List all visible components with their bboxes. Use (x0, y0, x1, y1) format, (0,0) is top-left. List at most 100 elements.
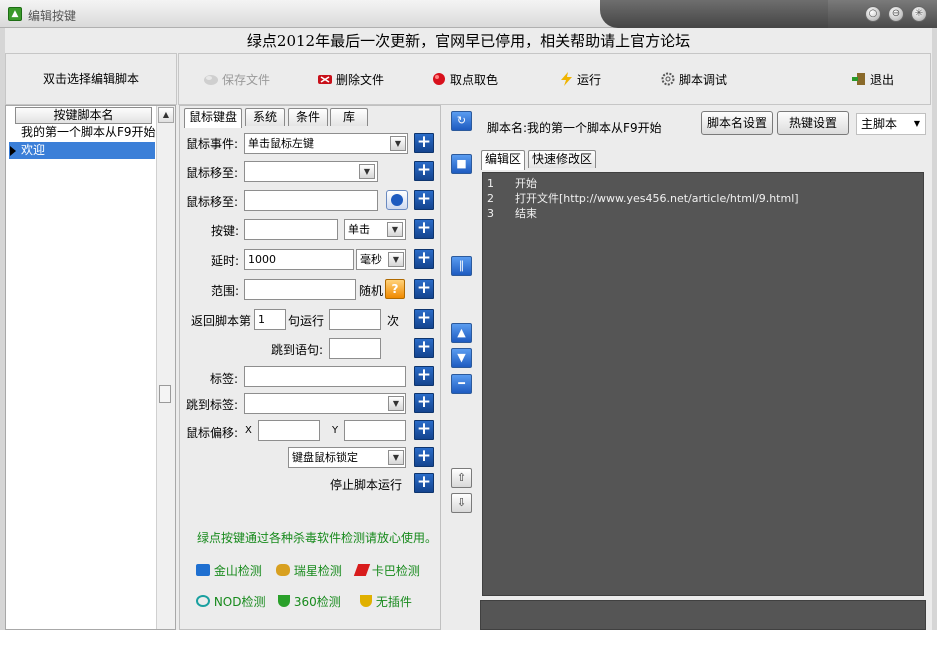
add-jump-stmt-button[interactable]: + (414, 338, 434, 358)
export-down-icon[interactable]: ⇩ (451, 493, 472, 513)
add-key-button[interactable]: + (414, 219, 434, 239)
refresh-icon[interactable]: ↻ (451, 111, 472, 131)
scroll-up-icon[interactable]: ▲ (158, 107, 174, 123)
chevron-down-icon[interactable]: ▼ (390, 136, 406, 151)
mouse-move-select[interactable] (244, 161, 378, 182)
chevron-down-icon[interactable]: ▼ (388, 252, 404, 267)
tab-library[interactable]: 库 (330, 108, 368, 126)
exit-button[interactable]: 退出 (851, 71, 894, 89)
update-notice: 绿点2012年最后一次更新，官网早已停用，相关帮助请上官方论坛 (5, 30, 932, 52)
no-plugin-shield-icon (360, 595, 372, 607)
add-mouse-event-button[interactable]: + (414, 133, 434, 153)
check-360[interactable]: 360检测 (278, 593, 341, 610)
jump-tag-select[interactable] (244, 393, 406, 414)
hotkey-settings-button[interactable]: 热键设置 (777, 111, 849, 135)
select-script-panel[interactable]: 双击选择编辑脚本 (5, 53, 177, 105)
check-kingsoft[interactable]: 金山检测 (196, 562, 262, 579)
return-suffix-label: 句运行 (288, 314, 325, 328)
script-type-select[interactable]: 主脚本 ▼ (856, 113, 926, 135)
output-pane[interactable] (480, 600, 926, 630)
add-range-button[interactable]: + (414, 279, 434, 299)
delete-icon (318, 75, 332, 84)
add-mouse-move-button[interactable]: + (414, 161, 434, 181)
script-debug-button[interactable]: 脚本调试 (660, 71, 727, 89)
offset-x-input[interactable] (258, 420, 320, 441)
script-list (5, 105, 176, 630)
add-tag-button[interactable]: + (414, 366, 434, 386)
range-label: 范围: (211, 284, 240, 298)
chevron-down-icon[interactable]: ▼ (388, 450, 404, 465)
lightning-icon (561, 72, 572, 86)
jump-stmt-input[interactable] (329, 338, 381, 359)
edit-pencil-icon[interactable]: ∥ (451, 256, 472, 276)
range-input[interactable] (244, 279, 356, 300)
tab-edit-area[interactable]: 编辑区 (481, 150, 525, 170)
delay-input[interactable]: 1000 (244, 249, 354, 270)
list-scrollbar[interactable]: ▲ (156, 106, 175, 629)
script-list-header[interactable]: 按键脚本名 (15, 107, 152, 124)
check-rising[interactable]: 瑞星检测 (276, 562, 342, 579)
color-picker-icon (433, 73, 445, 85)
random-help-icon[interactable]: ? (385, 279, 405, 299)
kingsoft-icon (196, 564, 210, 576)
code-line[interactable]: 3 结束 (487, 205, 537, 221)
title-bar: ▲ 编辑按键 ○ ⊖ ✳ (0, 0, 937, 28)
add-delay-button[interactable]: + (414, 249, 434, 269)
close-button[interactable]: ✳ (911, 6, 927, 22)
add-lock-button[interactable]: + (414, 447, 434, 467)
restore-button[interactable]: ⊖ (888, 6, 904, 22)
tab-mouse-keyboard[interactable]: 鼠标键盘 (184, 108, 242, 128)
rising-icon (276, 564, 290, 576)
x-label: X (245, 425, 252, 436)
pick-color-button[interactable]: 取点取色 (431, 71, 498, 89)
delay-label: 延时: (211, 254, 240, 268)
delete-line-icon[interactable]: ━ (451, 374, 472, 394)
move-up-icon[interactable]: ▲ (451, 323, 472, 343)
list-item-selected[interactable]: 欢迎 (9, 142, 155, 159)
edit-command-bar: ↻ ■ ∥ ▲ ▼ ━ ⇧ ⇩ (443, 105, 478, 630)
tab-system[interactable]: 系统 (245, 108, 285, 126)
mouse-event-label: 鼠标事件: (186, 137, 239, 151)
chevron-down-icon[interactable]: ▼ (388, 396, 404, 411)
add-offset-button[interactable]: + (414, 420, 434, 440)
list-item[interactable]: 我的第一个脚本从F9开始 (9, 124, 156, 141)
check-no-plugin[interactable]: 无插件 (360, 593, 412, 610)
return-times-input[interactable] (329, 309, 381, 330)
save-file-button[interactable]: 保存文件 (203, 71, 270, 89)
chevron-down-icon[interactable]: ▼ (387, 222, 403, 237)
stop-icon[interactable]: ■ (451, 154, 472, 174)
check-kaspersky[interactable]: 卡巴检测 (353, 562, 420, 579)
add-stop-button[interactable]: + (414, 473, 434, 493)
check-nod[interactable]: NOD检测 (196, 593, 266, 610)
nod-icon (196, 595, 210, 607)
key-input[interactable] (244, 219, 338, 240)
add-jump-tag-button[interactable]: + (414, 393, 434, 413)
jump-tag-label: 跳到标签: (186, 398, 239, 412)
script-name-settings-button[interactable]: 脚本名设置 (701, 111, 773, 135)
offset-y-input[interactable] (344, 420, 406, 441)
chevron-down-icon[interactable]: ▼ (359, 164, 375, 179)
mouse-coords-input[interactable] (244, 190, 378, 211)
move-down-icon[interactable]: ▼ (451, 348, 472, 368)
tab-quick-edit[interactable]: 快速修改区 (528, 150, 596, 168)
run-button[interactable]: 运行 (558, 71, 601, 89)
crosshair-pick-icon[interactable] (386, 190, 408, 210)
code-editor[interactable]: 1 开始 2 打开文件[http://www.yes456.net/article/… (482, 172, 924, 596)
delete-file-button[interactable]: 删除文件 (317, 71, 384, 89)
return-line-input[interactable]: 1 (254, 309, 286, 330)
add-mouse-coords-button[interactable]: + (414, 190, 434, 210)
code-line[interactable]: 1 开始 (487, 175, 537, 191)
return-label: 返回脚本第 (191, 314, 252, 328)
tab-condition[interactable]: 条件 (288, 108, 328, 126)
import-up-icon[interactable]: ⇧ (451, 468, 472, 488)
add-return-button[interactable]: + (414, 309, 434, 329)
tag-input[interactable] (244, 366, 406, 387)
stop-label: 停止脚本运行 (330, 478, 403, 492)
gear-icon (661, 72, 675, 86)
minimize-button[interactable]: ○ (865, 6, 881, 22)
splitter-grip-icon[interactable] (159, 385, 171, 403)
times-label: 次 (387, 314, 400, 328)
mouse-event-select[interactable]: 单击鼠标左键 (244, 133, 408, 154)
safety-note: 绿点按键通过各种杀毒软件检测请放心使用。 (197, 531, 438, 545)
code-line[interactable]: 2 打开文件[http://www.yes456.net/article/html… (487, 190, 799, 206)
